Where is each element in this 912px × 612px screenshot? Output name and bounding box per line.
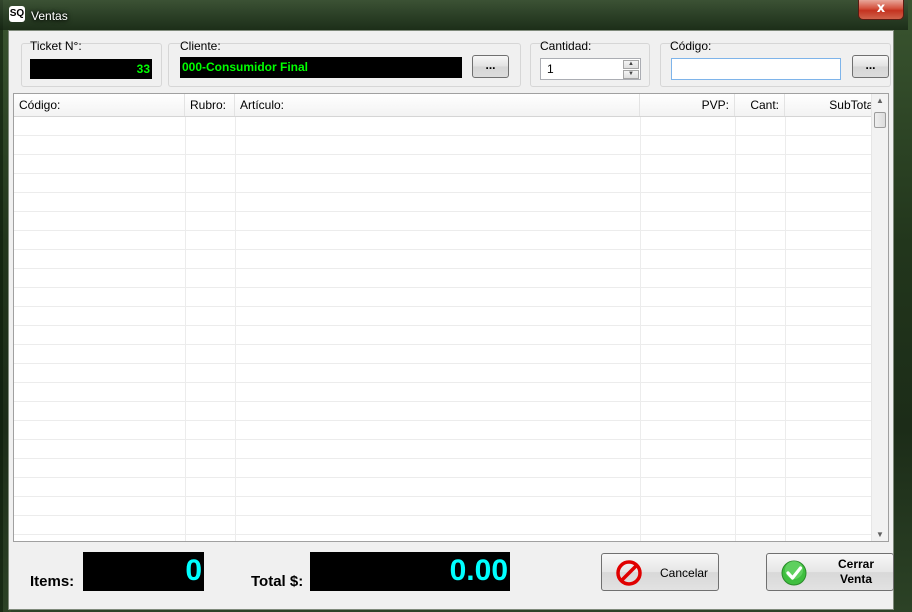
column-header-cant[interactable]: Cant: (735, 94, 785, 116)
client-area: Ticket N°: 33 Cliente: 000-Consumidor Fi… (8, 30, 894, 610)
codigo-input[interactable] (671, 58, 841, 80)
items-grid[interactable]: Código: Rubro: Artículo: PVP: Cant: SubT… (13, 93, 889, 542)
column-divider (640, 117, 641, 541)
cliente-label: Cliente: (180, 39, 221, 53)
cerrar-venta-line1: Cerrar (837, 557, 875, 571)
items-count-display: 0 (83, 552, 204, 591)
grid-header: Código: Rubro: Artículo: PVP: Cant: SubT… (14, 94, 884, 117)
codigo-label: Código: (670, 39, 712, 53)
cancelar-button[interactable]: Cancelar (601, 553, 719, 591)
cantidad-value[interactable]: 1 (547, 62, 554, 76)
decrement-icon[interactable]: ▼ (623, 70, 639, 79)
column-header-rubro[interactable]: Rubro: (185, 94, 235, 116)
column-divider (185, 117, 186, 541)
browse-cliente-button[interactable]: ... (472, 55, 509, 78)
cerrar-venta-label: Cerrar Venta (827, 557, 885, 587)
ticket-group: Ticket N°: 33 (21, 39, 162, 87)
cliente-group: Cliente: 000-Consumidor Final ... (168, 39, 521, 87)
column-header-pvp[interactable]: PVP: (640, 94, 735, 116)
stepper-buttons: ▲ ▼ (623, 60, 639, 79)
cliente-display[interactable]: 000-Consumidor Final (180, 57, 462, 78)
scroll-thumb[interactable] (874, 112, 886, 128)
ticket-number-display: 33 (30, 59, 152, 79)
browse-codigo-button[interactable]: ... (852, 55, 889, 78)
scroll-up-icon[interactable]: ▲ (874, 96, 886, 105)
column-divider (735, 117, 736, 541)
check-circle-icon (781, 560, 807, 586)
column-header-codigo[interactable]: Código: (14, 94, 185, 116)
grid-body[interactable] (14, 117, 884, 541)
vertical-scrollbar[interactable]: ▲ ▼ (871, 94, 888, 541)
app-icon[interactable]: SQ (9, 6, 25, 22)
cantidad-stepper[interactable]: 1 ▲ ▼ (540, 58, 641, 80)
window-title: Ventas (31, 9, 68, 23)
title-bar[interactable]: SQ Ventas x (0, 0, 908, 30)
column-header-subtotal[interactable]: SubTotal (785, 94, 882, 116)
increment-icon[interactable]: ▲ (623, 60, 639, 69)
column-divider (235, 117, 236, 541)
cerrar-venta-button[interactable]: Cerrar Venta (766, 553, 894, 591)
cancelar-label: Cancelar (660, 566, 709, 580)
ticket-label: Ticket N°: (30, 39, 82, 53)
column-divider (785, 117, 786, 541)
codigo-group: Código: ... (660, 39, 891, 87)
items-label: Items: (30, 573, 75, 590)
close-window-button[interactable]: x (858, 0, 904, 20)
cerrar-venta-line2: Venta (839, 572, 872, 586)
scroll-down-icon[interactable]: ▼ (874, 530, 886, 539)
column-header-articulo[interactable]: Artículo: (235, 94, 640, 116)
total-label: Total $: (251, 573, 304, 590)
total-display: 0.00 (310, 552, 510, 591)
cantidad-group: Cantidad: 1 ▲ ▼ (530, 39, 650, 87)
cantidad-label: Cantidad: (540, 39, 592, 53)
ventas-window: SQ Ventas x Ticket N°: 33 Cliente: 000-C… (0, 0, 908, 612)
no-entry-icon (616, 560, 642, 586)
